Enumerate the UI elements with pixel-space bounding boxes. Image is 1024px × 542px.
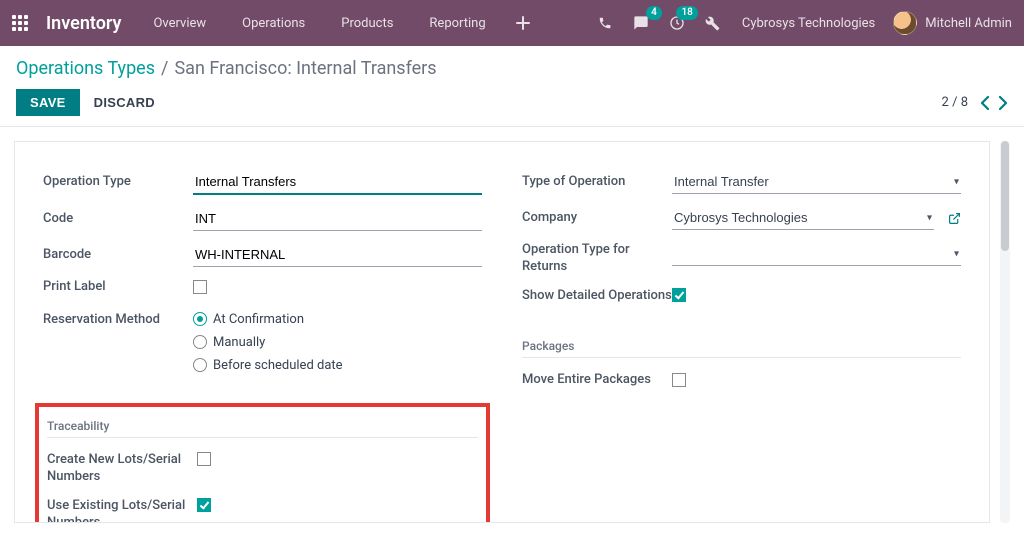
nav-right: 4 18 Cybrosys Technologies Mitchell Admi… [594, 11, 1018, 35]
external-link-icon[interactable] [948, 212, 961, 225]
operation-type-label: Operation Type [43, 174, 193, 191]
pager-text[interactable]: 2 / 8 [942, 95, 968, 110]
user-name: Mitchell Admin [925, 16, 1012, 31]
messages-badge: 4 [646, 6, 662, 20]
radio-label: Before scheduled date [213, 358, 343, 373]
pager: 2 / 8 [942, 95, 1008, 110]
move-entire-packages-label: Move Entire Packages [522, 372, 672, 389]
radio-icon [193, 335, 207, 349]
use-existing-lots-label: Use Existing Lots/Serial Numbers [47, 498, 197, 523]
pager-next[interactable] [999, 96, 1008, 110]
tools-icon[interactable] [702, 12, 724, 34]
use-existing-lots-checkbox[interactable] [197, 498, 211, 512]
reservation-method-label: Reservation Method [43, 308, 193, 329]
breadcrumb: Operations Types / San Francisco: Intern… [16, 58, 1008, 79]
radio-label: Manually [213, 335, 265, 350]
packages-header: Packages [522, 339, 961, 358]
form-sheet: Operation Type Code Barcode [14, 141, 990, 523]
operation-type-input[interactable] [193, 170, 482, 195]
nav-left: Inventory Overview Operations Products R… [12, 10, 534, 37]
toolbar: SAVE DISCARD 2 / 8 [16, 89, 1008, 116]
reservation-radio-manually[interactable]: Manually [193, 331, 482, 354]
pager-prev[interactable] [980, 96, 989, 110]
vertical-scrollbar[interactable] [1000, 141, 1010, 523]
plus-icon[interactable] [512, 12, 534, 34]
control-bar: Operations Types / San Francisco: Intern… [0, 46, 1024, 127]
company-label: Company [522, 210, 672, 227]
type-of-operation-label: Type of Operation [522, 174, 672, 191]
app-title[interactable]: Inventory [46, 13, 121, 34]
breadcrumb-sep: / [161, 58, 168, 79]
user-menu[interactable]: Mitchell Admin [893, 11, 1012, 35]
scrollbar-thumb[interactable] [1001, 141, 1009, 251]
code-label: Code [43, 211, 193, 228]
left-group: Operation Type Code Barcode [43, 164, 482, 523]
radio-label: At Confirmation [213, 312, 304, 327]
create-lots-label: Create New Lots/Serial Numbers [47, 452, 197, 486]
returns-select[interactable] [672, 242, 961, 266]
traceability-highlight: Traceability Create New Lots/Serial Numb… [35, 403, 490, 523]
apps-icon[interactable] [12, 15, 30, 31]
show-detailed-label: Show Detailed Operations [522, 288, 672, 305]
print-label-label: Print Label [43, 279, 193, 296]
print-label-checkbox[interactable] [193, 280, 207, 294]
breadcrumb-current: San Francisco: Internal Transfers [174, 58, 436, 79]
create-lots-checkbox[interactable] [197, 452, 211, 466]
form-wrap: Operation Type Code Barcode [0, 127, 1024, 537]
avatar [893, 11, 917, 35]
save-button[interactable]: SAVE [16, 89, 80, 116]
traceability-header: Traceability [47, 419, 478, 438]
right-group: Type of Operation ▾ Company ▾ [522, 164, 961, 523]
returns-label: Operation Type for Returns [522, 242, 672, 276]
menu-reporting[interactable]: Reporting [419, 10, 495, 37]
messages-icon[interactable]: 4 [630, 12, 652, 34]
barcode-label: Barcode [43, 247, 193, 264]
show-detailed-checkbox[interactable] [672, 288, 686, 302]
activities-icon[interactable]: 18 [666, 12, 688, 34]
phone-icon[interactable] [594, 12, 616, 34]
menu-products[interactable]: Products [331, 10, 403, 37]
company-select[interactable] [672, 206, 934, 230]
radio-icon [193, 358, 207, 372]
barcode-input[interactable] [193, 243, 482, 267]
radio-icon [193, 312, 207, 326]
company-switcher[interactable]: Cybrosys Technologies [738, 16, 879, 31]
activities-badge: 18 [676, 6, 697, 20]
breadcrumb-root[interactable]: Operations Types [16, 58, 155, 79]
discard-button[interactable]: DISCARD [94, 95, 155, 110]
type-of-operation-select[interactable] [672, 170, 961, 194]
reservation-radio-before-scheduled[interactable]: Before scheduled date [193, 354, 482, 377]
reservation-radio-at-confirmation[interactable]: At Confirmation [193, 308, 482, 331]
navbar: Inventory Overview Operations Products R… [0, 0, 1024, 46]
menu-operations[interactable]: Operations [232, 10, 315, 37]
code-input[interactable] [193, 207, 482, 231]
menu-overview[interactable]: Overview [143, 10, 216, 37]
move-entire-packages-checkbox[interactable] [672, 373, 686, 387]
